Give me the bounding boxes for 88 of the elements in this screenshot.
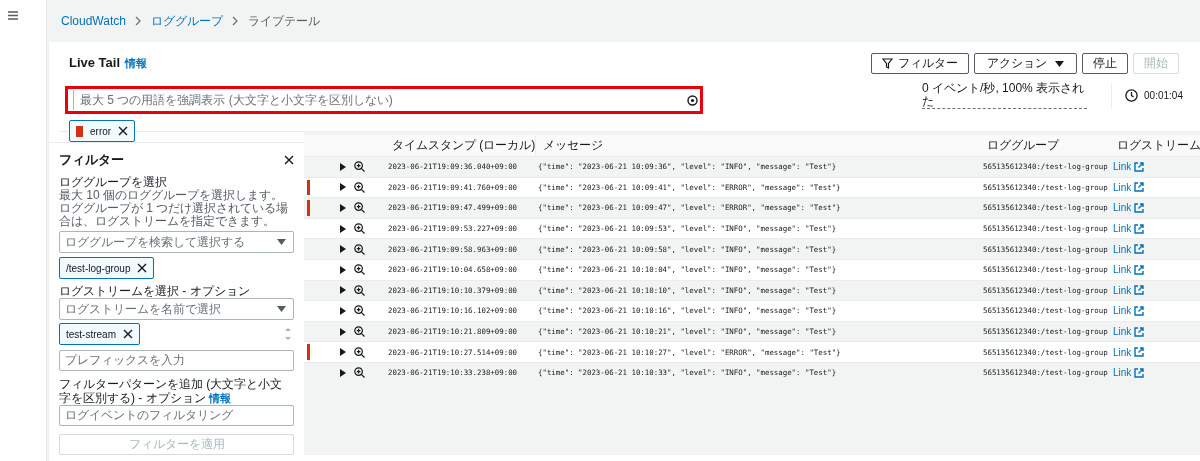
zoom-in-icon[interactable] bbox=[354, 161, 365, 173]
action-button[interactable]: 停止 bbox=[1082, 53, 1128, 74]
column-header: タイムスタンプ (ローカル) bbox=[391, 137, 535, 154]
zoom-in-icon[interactable] bbox=[354, 326, 365, 338]
zoom-in-icon[interactable] bbox=[354, 367, 365, 379]
log-stream-link[interactable]: Link bbox=[1113, 326, 1145, 338]
prefix-field[interactable]: プレフィックスを入力 bbox=[59, 349, 294, 371]
log-stream-link[interactable]: Link bbox=[1113, 161, 1145, 173]
log-stream-link[interactable]: Link bbox=[1113, 367, 1145, 379]
external-link-icon bbox=[1134, 182, 1145, 193]
expand-icon[interactable] bbox=[340, 327, 346, 336]
breadcrumb-link[interactable]: ロググループ bbox=[150, 12, 223, 30]
zoom-in-icon[interactable] bbox=[354, 264, 365, 276]
remove-icon[interactable] bbox=[118, 126, 129, 136]
expand-icon[interactable] bbox=[340, 245, 346, 254]
log-stream-select[interactable]: ログストリームを名前で選択 bbox=[59, 298, 294, 320]
external-link-icon bbox=[1134, 223, 1145, 234]
external-link-icon bbox=[1134, 244, 1145, 255]
field-label: ロググループを選択 bbox=[59, 175, 168, 189]
search-field[interactable]: 最大 5 つの用語を強調表示 (大文字と小文字を区別しない) bbox=[65, 86, 703, 114]
remove-icon[interactable] bbox=[123, 329, 133, 340]
info-link[interactable]: 情報 bbox=[209, 391, 231, 404]
token-label: test-stream bbox=[66, 328, 116, 340]
zoom-in-icon[interactable] bbox=[354, 305, 365, 317]
event-rate: 0 イベント/秒, 100% 表示された bbox=[922, 82, 1088, 109]
clock-icon bbox=[1125, 89, 1139, 102]
highlight-marker bbox=[307, 344, 310, 360]
external-link-icon bbox=[1134, 285, 1145, 296]
zoom-in-icon[interactable] bbox=[354, 346, 365, 358]
term-label: error bbox=[90, 125, 112, 137]
expand-icon[interactable] bbox=[340, 286, 346, 295]
expand-icon[interactable] bbox=[340, 183, 346, 192]
chevron-icon bbox=[134, 16, 142, 26]
zoom-in-icon[interactable] bbox=[354, 223, 365, 235]
caret-icon bbox=[1055, 60, 1064, 67]
remove-icon[interactable] bbox=[137, 263, 148, 273]
external-link-icon bbox=[1134, 326, 1145, 337]
external-link-icon bbox=[1134, 161, 1145, 172]
column-header: ログストリーム bbox=[1116, 137, 1200, 154]
column-header: ロググループ bbox=[987, 137, 1061, 154]
log-group-select[interactable]: ロググループを検索して選択する bbox=[59, 231, 294, 253]
breadcrumb-link[interactable]: CloudWatch bbox=[61, 14, 126, 28]
menu-icon[interactable] bbox=[8, 11, 18, 20]
external-link-icon bbox=[1134, 305, 1145, 316]
field-description: 最大 10 個のロググループを選択します。ロググループが 1 つだけ選択されている場合は、ログストリームを指定できます。 bbox=[59, 189, 290, 228]
actions-dropdown[interactable]: アクション bbox=[974, 53, 1077, 74]
field-label: フィルターパターンを追加 (大文字と小文字を区別する) - オプション 情報 bbox=[59, 376, 284, 405]
log-stream-link[interactable]: Link bbox=[1113, 284, 1145, 296]
log-stream-link[interactable]: Link bbox=[1113, 305, 1145, 317]
zoom-in-icon[interactable] bbox=[354, 284, 365, 296]
log-stream-link[interactable]: Link bbox=[1113, 264, 1145, 276]
clear-icon[interactable] bbox=[687, 94, 698, 106]
zoom-in-icon[interactable] bbox=[354, 202, 365, 214]
expand-icon[interactable] bbox=[340, 162, 346, 171]
log-stream-link[interactable]: Link bbox=[1113, 181, 1145, 193]
log-stream-link[interactable]: Link bbox=[1113, 346, 1145, 358]
close-icon[interactable] bbox=[284, 155, 294, 165]
expand-icon[interactable] bbox=[340, 204, 346, 212]
caret-icon bbox=[277, 306, 286, 312]
breadcrumb-current: ライブテール bbox=[247, 12, 320, 30]
funnel-icon bbox=[882, 58, 893, 69]
chevron-icon bbox=[231, 16, 239, 26]
highlight-marker bbox=[307, 179, 310, 196]
log-stream-link[interactable]: Link bbox=[1113, 223, 1145, 235]
external-link-icon bbox=[1134, 347, 1145, 358]
highlight-marker bbox=[307, 200, 310, 216]
token-label: /test-log-group bbox=[66, 262, 131, 274]
caret-icon bbox=[277, 239, 286, 245]
log-stream-link[interactable]: Link bbox=[1113, 202, 1145, 214]
filter-button[interactable]: フィルター bbox=[871, 53, 969, 74]
panel-title: Live Tail bbox=[69, 55, 121, 70]
expand-icon[interactable] bbox=[340, 306, 346, 315]
elapsed-time: 00:01:04 bbox=[1144, 90, 1183, 101]
external-link-icon bbox=[1134, 367, 1145, 378]
log-stream-link[interactable]: Link bbox=[1113, 243, 1145, 255]
external-link-icon bbox=[1134, 203, 1145, 213]
expand-icon[interactable] bbox=[340, 265, 346, 274]
expand-icon[interactable] bbox=[340, 368, 346, 377]
external-link-icon bbox=[1134, 264, 1145, 275]
scroll-arrows-icon bbox=[285, 326, 291, 343]
field-label: ログストリームを選択 - オプション bbox=[59, 284, 251, 298]
expand-icon[interactable] bbox=[340, 348, 346, 357]
zoom-in-icon[interactable] bbox=[354, 243, 365, 255]
expand-icon[interactable] bbox=[340, 224, 346, 233]
zoom-in-icon[interactable] bbox=[354, 181, 365, 193]
filter-pattern-field[interactable]: ログイベントのフィルタリング bbox=[59, 404, 294, 426]
info-link[interactable]: 情報 bbox=[125, 56, 148, 71]
filter-panel-title: フィルター bbox=[59, 151, 124, 169]
